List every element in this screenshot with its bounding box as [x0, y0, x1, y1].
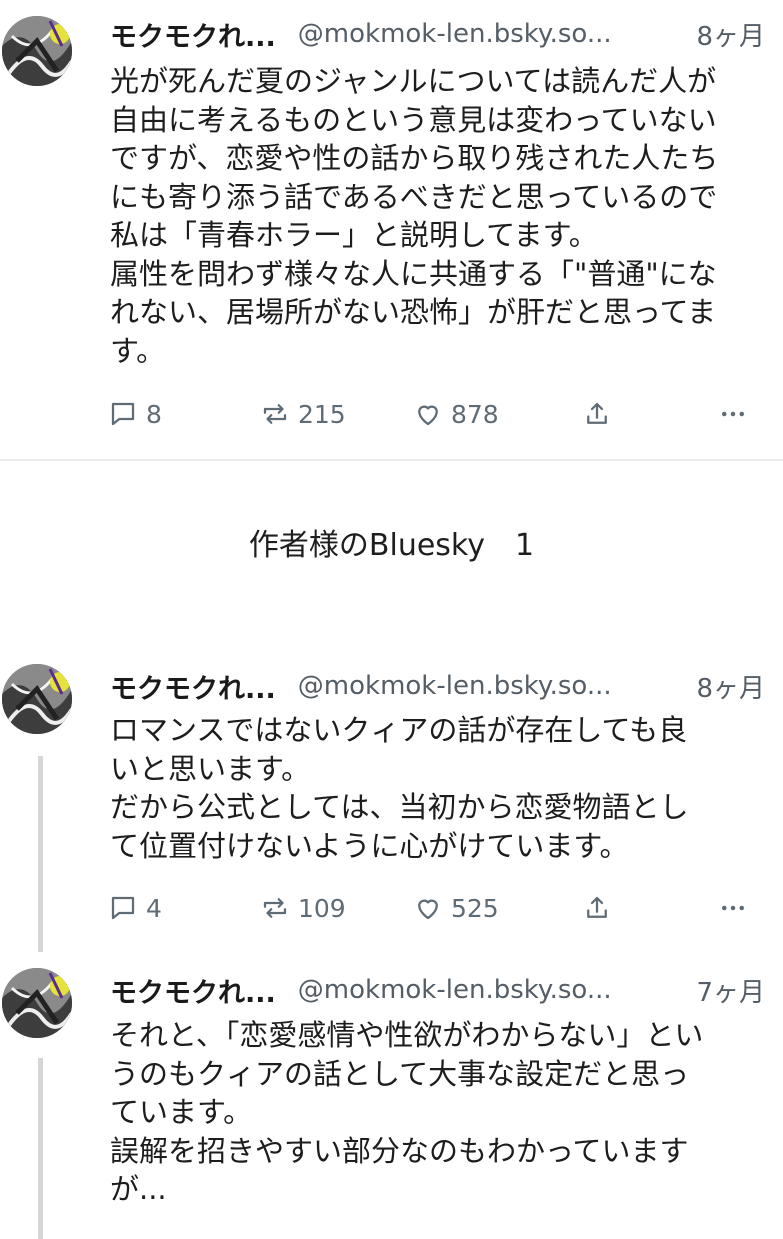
repost-count: 109: [298, 893, 346, 923]
like-button[interactable]: 525: [413, 888, 499, 928]
author-name[interactable]: モクモクれ...: [110, 15, 276, 54]
more-button[interactable]: [718, 394, 748, 434]
repost-arrows-icon: [263, 404, 287, 424]
divider: [0, 459, 783, 461]
post-time[interactable]: 8ヶ月: [696, 16, 765, 53]
author-handle[interactable]: @mokmok-len.bsky.so...: [298, 19, 689, 49]
section-title: 作者様のBluesky 1: [248, 528, 535, 563]
post-time[interactable]: 7ヶ月: [696, 972, 765, 1009]
reply-count: 4: [146, 893, 162, 923]
author-handle[interactable]: @mokmok-len.bsky.so...: [298, 975, 689, 1005]
post-1[interactable]: モクモクれ... @mokmok-len.bsky.so... 8ヶ月 光が死ん…: [0, 0, 783, 460]
like-button[interactable]: 878: [413, 394, 499, 434]
reply-button[interactable]: 4: [108, 888, 162, 928]
avatar[interactable]: [2, 968, 72, 1038]
reply-button[interactable]: 8: [108, 394, 162, 434]
repost-count: 215: [298, 399, 346, 429]
more-dots-icon: [722, 905, 744, 911]
post-2[interactable]: モクモクれ... @mokmok-len.bsky.so... 8ヶ月 ロマンス…: [0, 660, 783, 952]
post-actions: 8 215 878: [108, 394, 758, 434]
reply-bubble-icon: [111, 402, 135, 426]
share-button[interactable]: [582, 888, 612, 928]
like-count: 525: [451, 893, 499, 923]
share-button[interactable]: [582, 394, 612, 434]
share-upload-icon: [587, 896, 607, 918]
repost-button[interactable]: 215: [260, 394, 346, 434]
more-dots-icon: [722, 411, 744, 417]
heart-icon: [418, 899, 438, 920]
author-name[interactable]: モクモクれ...: [110, 667, 276, 706]
avatar[interactable]: [2, 16, 72, 86]
more-button[interactable]: [718, 888, 748, 928]
repost-button[interactable]: 109: [260, 888, 346, 928]
post-text: それと、「恋愛感情や性欲がわからない」とい うのもクィアの話として大事な設定だと…: [110, 1018, 704, 1206]
thread-line: [38, 1058, 43, 1239]
repost-arrows-icon: [263, 898, 287, 918]
reply-count: 8: [146, 399, 162, 429]
post-header: モクモクれ... @mokmok-len.bsky.so... 7ヶ月: [110, 970, 765, 1010]
reply-bubble-icon: [111, 896, 135, 920]
author-handle[interactable]: @mokmok-len.bsky.so...: [298, 671, 689, 701]
like-count: 878: [451, 399, 499, 429]
post-header: モクモクれ... @mokmok-len.bsky.so... 8ヶ月: [110, 14, 765, 54]
post-time[interactable]: 8ヶ月: [696, 668, 765, 705]
post-actions: 4 109 525: [108, 888, 758, 928]
avatar[interactable]: [2, 664, 72, 734]
author-name[interactable]: モクモクれ...: [110, 971, 276, 1010]
heart-icon: [418, 405, 438, 426]
post-text: 光が死んだ夏のジャンルについては読んだ人が 自由に考えるものという意見は変わって…: [110, 64, 719, 368]
post-text: ロマンスではないクィアの話が存在しても良 いと思います。 だから公式としては、当…: [110, 713, 689, 863]
post-3[interactable]: モクモクれ... @mokmok-len.bsky.so... 7ヶ月 それと、…: [0, 962, 783, 1239]
post-header: モクモクれ... @mokmok-len.bsky.so... 8ヶ月: [110, 666, 765, 706]
thread-line: [38, 756, 43, 952]
share-upload-icon: [587, 402, 607, 424]
